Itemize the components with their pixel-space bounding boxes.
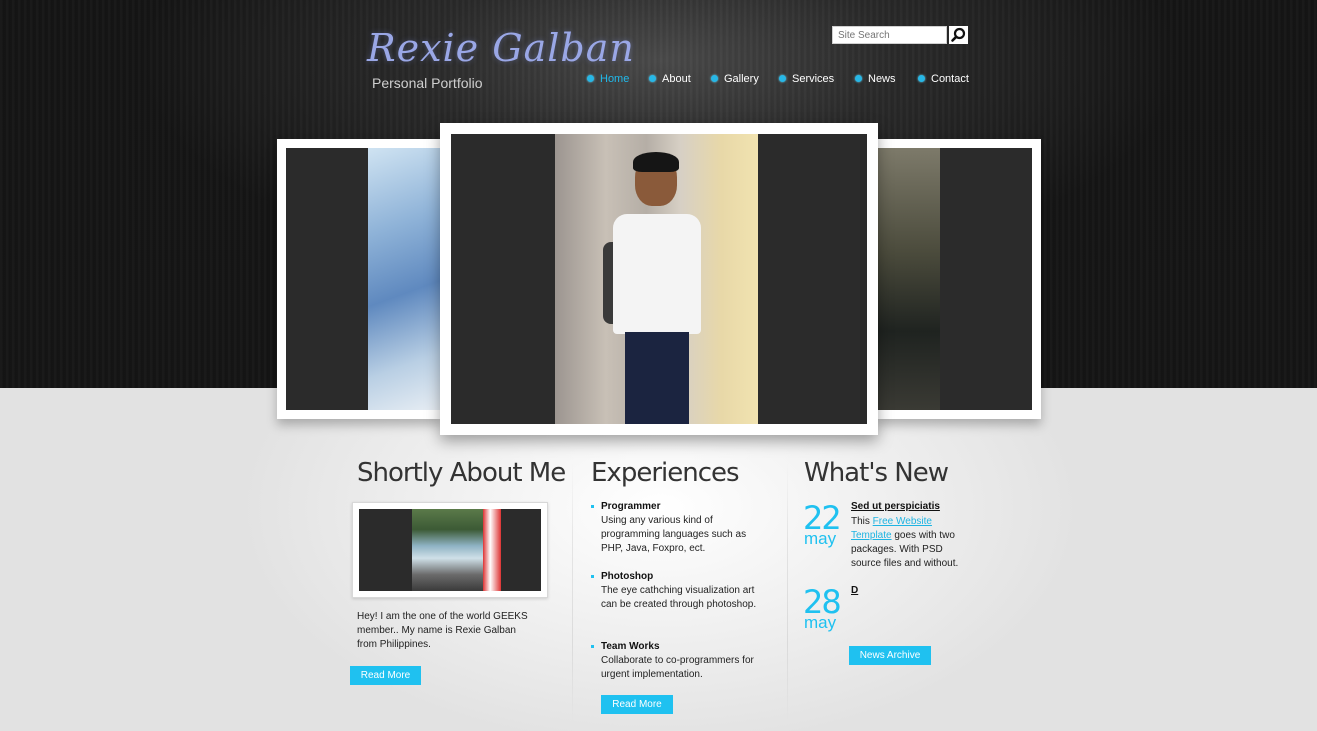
news-text: This Free Website Template goes with two…	[851, 516, 959, 569]
slider-image-right	[876, 148, 1032, 410]
nav-item-label: Contact	[931, 73, 969, 85]
nav-item-label: News	[868, 73, 896, 85]
experience-description: Using any various kind of programming la…	[601, 515, 747, 554]
about-heading: Shortly About Me	[357, 458, 566, 488]
nav-bullet-icon	[649, 74, 656, 82]
about-thumbnail-image	[359, 509, 541, 591]
about-text: Hey! I am the one of the world GEEKS mem…	[357, 611, 528, 650]
nav-item-news[interactable]: News	[855, 73, 896, 85]
nav-item-services[interactable]: Services	[779, 73, 834, 85]
nav-item-gallery[interactable]: Gallery	[711, 73, 759, 85]
news-heading: What's New	[804, 458, 949, 488]
experience-title: Team Works	[601, 641, 660, 652]
slider-frame-right[interactable]	[876, 139, 1041, 419]
experience-title: Programmer	[601, 501, 661, 512]
slider-photo-center	[555, 134, 758, 424]
news-date-month: may	[804, 613, 837, 632]
nav-item-label: Gallery	[724, 73, 759, 85]
nav-item-label: Services	[792, 73, 835, 85]
search-icon	[949, 26, 968, 44]
nav-bullet-icon	[779, 74, 786, 82]
nav-item-label: Home	[600, 73, 630, 85]
experience-description: Collaborate to co-programmers for urgent…	[601, 655, 754, 680]
slider-image-center	[451, 134, 867, 424]
experiences-heading: Experiences	[591, 458, 740, 488]
column-divider	[787, 462, 788, 722]
about-thumbnail	[352, 502, 548, 598]
experience-title: Photoshop	[601, 571, 654, 582]
bullet-icon	[591, 645, 594, 648]
news-title-link[interactable]: D	[851, 585, 858, 596]
experiences-read-more-button[interactable]: Read More	[601, 695, 673, 714]
nav-bullet-icon	[587, 74, 594, 82]
nav-bullet-icon	[918, 74, 925, 82]
column-divider	[572, 462, 573, 722]
search-input[interactable]	[832, 26, 947, 44]
search-button[interactable]	[949, 26, 968, 44]
about-read-more-button[interactable]: Read More	[350, 666, 421, 685]
site-logo-subtitle: Personal Portfolio	[372, 75, 483, 91]
nav-item-contact[interactable]: Contact	[918, 73, 969, 85]
nav-item-about[interactable]: About	[649, 73, 691, 85]
news-title-link[interactable]: Sed ut perspiciatis	[851, 501, 940, 512]
slider-photo-right	[876, 148, 940, 410]
experience-description: The eye cathching visualization art can …	[601, 585, 757, 610]
portrait-person	[603, 152, 709, 424]
slider-frame-center[interactable]	[440, 123, 878, 435]
news-date-month: may	[804, 529, 837, 548]
news-archive-button[interactable]: News Archive	[849, 646, 931, 665]
slider-image-left	[286, 148, 442, 410]
bullet-icon	[591, 575, 594, 578]
slider-photo-left	[368, 148, 442, 410]
nav-bullet-icon	[711, 74, 718, 82]
nav-bullet-icon	[855, 74, 862, 82]
nav-item-home[interactable]: Home	[587, 73, 629, 85]
site-logo-title[interactable]: Rexie Galban	[367, 26, 635, 70]
bullet-icon	[591, 505, 594, 508]
slider-frame-left[interactable]	[277, 139, 442, 419]
nav-item-label: About	[662, 73, 691, 85]
